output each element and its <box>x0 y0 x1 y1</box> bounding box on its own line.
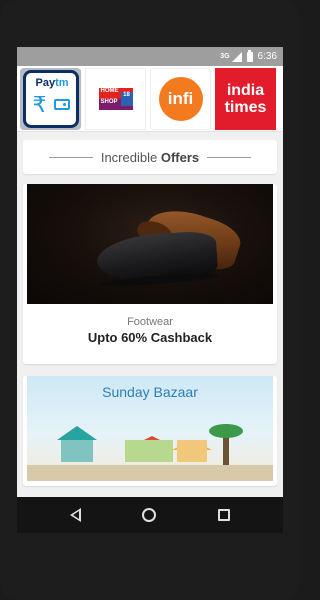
sunday-bazaar-banner-image: Sunday Bazaar <box>27 376 273 481</box>
network-type: 3G <box>220 53 230 60</box>
recents-icon[interactable] <box>218 509 231 521</box>
status-bar: 3G 6:36 <box>17 47 283 66</box>
black-shoe-image <box>95 229 219 285</box>
app-screen: 3G 6:36 Paytm ₹ HOME SHOP 18 infi india … <box>17 47 283 533</box>
paytm-logo: Paytm ₹ <box>22 69 79 128</box>
footwear-banner-image <box>27 184 273 304</box>
banner-title: Sunday Bazaar <box>102 384 198 400</box>
stall-image <box>61 440 93 462</box>
infi-logo: infi <box>158 76 203 121</box>
stall-image <box>125 440 173 462</box>
homeshop18-logo: HOME SHOP 18 <box>98 87 133 110</box>
partner-strip: Paytm ₹ HOME SHOP 18 infi india times <box>17 66 283 132</box>
battery-icon <box>246 49 253 62</box>
home-icon[interactable] <box>142 508 157 522</box>
offers-feed: Incredible Offers Footwear Upto 60% Cash… <box>17 132 283 486</box>
offer-card-sunday-bazaar[interactable]: Sunday Bazaar <box>23 376 277 486</box>
offer-category: Footwear <box>127 316 173 328</box>
offers-title-prefix: Incredible <box>100 149 158 165</box>
offers-title-main: Offers <box>160 149 200 165</box>
paytm-wordmark-tm: tm <box>55 76 69 89</box>
wallet-icon <box>53 98 70 110</box>
ground-image <box>27 465 273 481</box>
offer-text: Upto 60% Cashback <box>87 330 213 345</box>
homeshop18-logo-18: 18 <box>120 91 133 106</box>
back-icon[interactable] <box>69 508 81 522</box>
offer-card-footwear[interactable]: Footwear Upto 60% Cashback <box>23 184 277 364</box>
indiatimes-logo-line-1: india <box>226 81 265 99</box>
partner-homeshop18[interactable]: HOME SHOP 18 <box>85 67 146 130</box>
divider-left <box>48 156 93 158</box>
offer-caption: Footwear Upto 60% Cashback <box>23 304 277 345</box>
indiatimes-logo: india times <box>225 82 267 116</box>
offers-header: Incredible Offers <box>23 140 277 174</box>
indiatimes-logo-line-2: times <box>224 98 267 116</box>
system-nav-bar <box>17 497 283 533</box>
paytm-wordmark-pay: Pay <box>35 76 56 89</box>
partner-paytm[interactable]: Paytm ₹ <box>20 67 81 130</box>
partner-infi[interactable]: infi <box>150 67 211 130</box>
signal-icon <box>231 51 242 62</box>
divider-right <box>207 156 252 158</box>
tent-image <box>57 426 97 440</box>
rupee-icon: ₹ <box>32 92 47 118</box>
status-time: 6:36 <box>257 51 277 62</box>
offers-title: Incredible Offers <box>101 150 199 165</box>
phone-frame: 3G 6:36 Paytm ₹ HOME SHOP 18 infi india … <box>0 0 300 600</box>
stall-image <box>177 440 207 462</box>
partner-indiatimes[interactable]: india times <box>215 67 276 130</box>
paytm-wordmark: Paytm <box>36 77 69 89</box>
